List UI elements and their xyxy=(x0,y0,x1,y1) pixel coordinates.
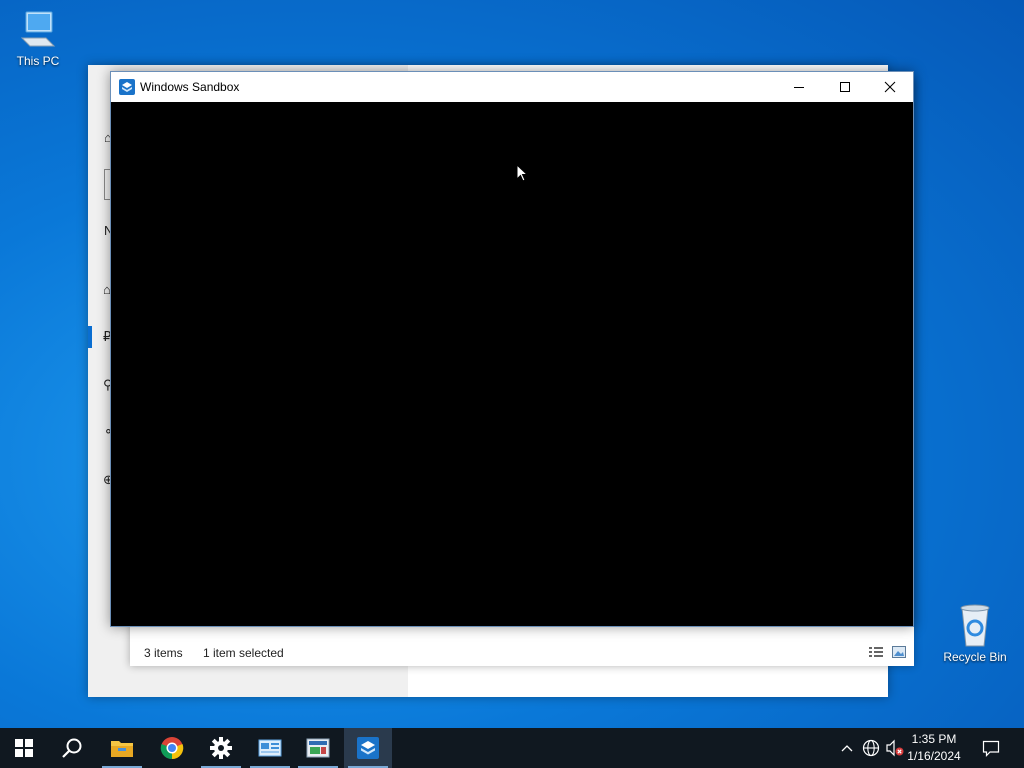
start-button[interactable] xyxy=(0,728,48,768)
app-icon xyxy=(306,738,330,758)
maximize-icon xyxy=(840,82,850,92)
window-title: Windows Sandbox xyxy=(140,80,240,94)
selection-status: 1 item selected xyxy=(203,646,284,660)
recycle-bin-icon xyxy=(960,604,990,647)
control-panel-icon xyxy=(258,739,282,757)
large-icons-view-icon[interactable] xyxy=(892,646,906,658)
chrome-icon xyxy=(160,737,184,760)
sandbox-window: Windows Sandbox xyxy=(110,71,914,627)
clock[interactable]: 1:35 PM 1/16/2024 xyxy=(902,731,966,765)
close-button[interactable] xyxy=(867,72,913,102)
taskbar-file-explorer[interactable] xyxy=(98,728,146,768)
mouse-cursor-icon xyxy=(516,164,528,182)
taskbar-control-panel[interactable] xyxy=(246,728,294,768)
chevron-up-icon xyxy=(841,745,853,752)
status-bar: 3 items 1 item selected xyxy=(130,638,914,666)
close-icon xyxy=(884,81,896,93)
taskbar-chrome[interactable] xyxy=(148,728,196,768)
desktop-icon-this-pc[interactable]: This PC xyxy=(0,8,76,68)
folder-icon xyxy=(111,741,133,757)
computer-icon xyxy=(20,11,56,47)
network-icon xyxy=(862,739,880,757)
network-tray-button[interactable] xyxy=(862,739,880,757)
show-hidden-icons-button[interactable] xyxy=(838,739,856,757)
sandbox-icon xyxy=(357,737,379,759)
minimize-button[interactable] xyxy=(776,72,822,102)
taskbar: 1:35 PM 1/16/2024 xyxy=(0,728,1024,768)
desktop-icon-recycle-bin[interactable]: Recycle Bin xyxy=(937,602,1013,664)
taskbar-app[interactable] xyxy=(294,728,342,768)
sandbox-icon xyxy=(119,79,135,95)
sandbox-content-area[interactable] xyxy=(111,102,913,626)
search-icon xyxy=(62,738,82,758)
item-count: 3 items xyxy=(144,646,183,660)
clock-time: 1:35 PM xyxy=(911,732,957,746)
maximize-button[interactable] xyxy=(822,72,868,102)
taskbar-windows-sandbox[interactable] xyxy=(344,728,392,768)
minimize-icon xyxy=(794,87,804,88)
search-button[interactable] xyxy=(48,728,96,768)
title-bar[interactable]: Windows Sandbox xyxy=(111,72,913,102)
details-view-icon[interactable] xyxy=(869,646,883,658)
clock-date: 1/16/2024 xyxy=(907,749,961,763)
taskbar-settings[interactable] xyxy=(197,728,245,768)
desktop-icon-label: Recycle Bin xyxy=(943,650,1007,664)
selected-item-indicator xyxy=(88,326,92,348)
notification-icon xyxy=(982,740,1000,757)
windows-logo-icon xyxy=(15,739,33,757)
gear-icon xyxy=(210,737,232,759)
action-center-button[interactable] xyxy=(982,739,1000,757)
desktop-icon-label: This PC xyxy=(16,54,60,68)
